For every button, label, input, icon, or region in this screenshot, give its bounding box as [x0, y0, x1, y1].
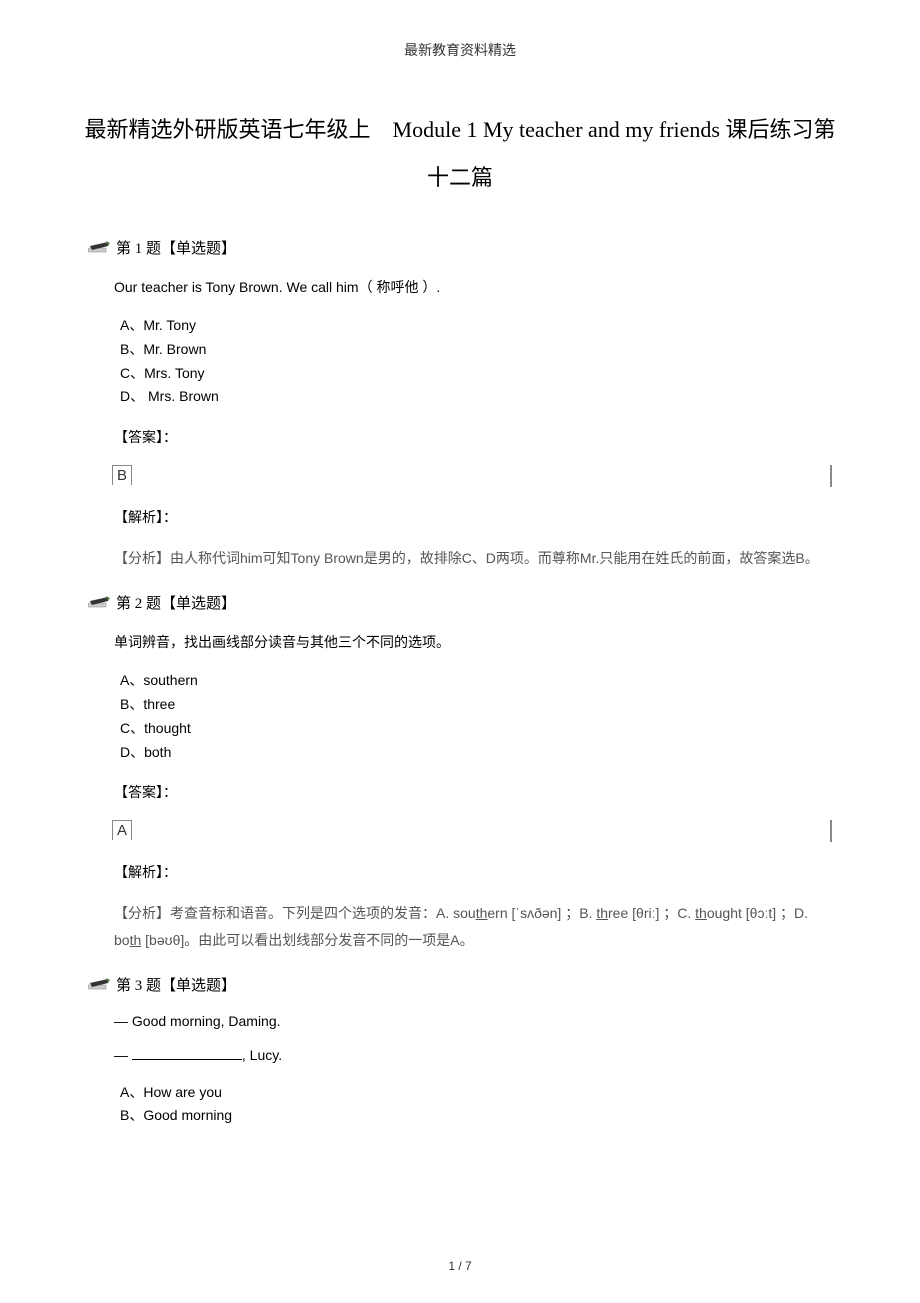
- option-d: D、both: [120, 741, 832, 765]
- option-c: C、thought: [120, 717, 832, 741]
- answer-box: B: [112, 465, 832, 485]
- document-title-line2: 十二篇: [0, 160, 920, 192]
- answer-box: A: [112, 820, 832, 840]
- option-b: B、three: [120, 693, 832, 717]
- option-b: B、Good morning: [120, 1104, 832, 1128]
- question-header: 第 1 题【单选题】: [88, 237, 832, 258]
- question-header: 第 3 题【单选题】: [88, 974, 832, 995]
- answer-value: B: [112, 465, 132, 485]
- option-a: A、How are you: [120, 1081, 832, 1105]
- analysis-part: ree [θriː] ；C.: [608, 905, 695, 921]
- pen-icon: [88, 977, 110, 991]
- question-label: 第 1 题【单选题】: [116, 237, 236, 258]
- page-header: 最新教育资料精选: [0, 40, 920, 60]
- option-d: D、 Mrs. Brown: [120, 385, 832, 409]
- analysis-part: [bəʊθ]。由此可以看出划线部分发音不同的一项是A。: [141, 932, 473, 948]
- dialog-line-1: — Good morning, Daming.: [114, 1013, 832, 1029]
- analysis-part: 【分析】考查音标和语音。下列是四个选项的发音：A. sou: [114, 905, 476, 921]
- option-b: B、Mr. Brown: [120, 338, 832, 362]
- answer-line-marker: [830, 465, 832, 487]
- underlined-th: th: [695, 905, 707, 921]
- question-label: 第 2 题【单选题】: [116, 592, 236, 613]
- option-c: C、Mrs. Tony: [120, 362, 832, 386]
- option-a: A、southern: [120, 669, 832, 693]
- question-text: Our teacher is Tony Brown. We call him（ …: [114, 276, 832, 298]
- content-area: 第 1 题【单选题】 Our teacher is Tony Brown. We…: [0, 237, 920, 1129]
- blank-line: [132, 1059, 242, 1060]
- question-text: 单词辨音，找出画线部分读音与其他三个不同的选项。: [114, 631, 832, 653]
- analysis-label: 【解析】：: [114, 507, 832, 527]
- options-list: A、southern B、three C、thought D、both: [120, 669, 832, 764]
- question-block-1: 第 1 题【单选题】 Our teacher is Tony Brown. We…: [88, 237, 832, 572]
- dialog-prefix: —: [114, 1047, 132, 1063]
- answer-label: 【答案】：: [114, 782, 832, 802]
- analysis-label: 【解析】：: [114, 862, 832, 882]
- question-block-2: 第 2 题【单选题】 单词辨音，找出画线部分读音与其他三个不同的选项。 A、so…: [88, 592, 832, 954]
- dialog-line-2: — , Lucy.: [114, 1047, 832, 1063]
- pen-icon: [88, 595, 110, 609]
- document-title-line1: 最新精选外研版英语七年级上 Module 1 My teacher and my…: [0, 110, 920, 150]
- options-list: A、Mr. Tony B、Mr. Brown C、Mrs. Tony D、 Mr…: [120, 314, 832, 409]
- option-a: A、Mr. Tony: [120, 314, 832, 338]
- pen-icon: [88, 240, 110, 254]
- underlined-th: th: [476, 905, 488, 921]
- dialog-suffix: , Lucy.: [242, 1047, 282, 1063]
- analysis-text: 【分析】考查音标和语音。下列是四个选项的发音：A. southern [ˈsʌð…: [114, 900, 832, 953]
- question-label: 第 3 题【单选题】: [116, 974, 236, 995]
- underlined-th: th: [596, 905, 608, 921]
- analysis-part: ern [ˈsʌðən] ；B.: [487, 905, 596, 921]
- answer-value: A: [112, 820, 132, 840]
- analysis-text: 【分析】由人称代词him可知Tony Brown是男的，故排除C、D两项。而尊称…: [114, 545, 832, 572]
- page-footer: 1 / 7: [0, 1259, 920, 1273]
- answer-label: 【答案】：: [114, 427, 832, 447]
- question-block-3: 第 3 题【单选题】 — Good morning, Daming. — , L…: [88, 974, 832, 1129]
- question-header: 第 2 题【单选题】: [88, 592, 832, 613]
- answer-line-marker: [830, 820, 832, 842]
- underlined-th: th: [130, 932, 142, 948]
- options-list: A、How are you B、Good morning: [120, 1081, 832, 1129]
